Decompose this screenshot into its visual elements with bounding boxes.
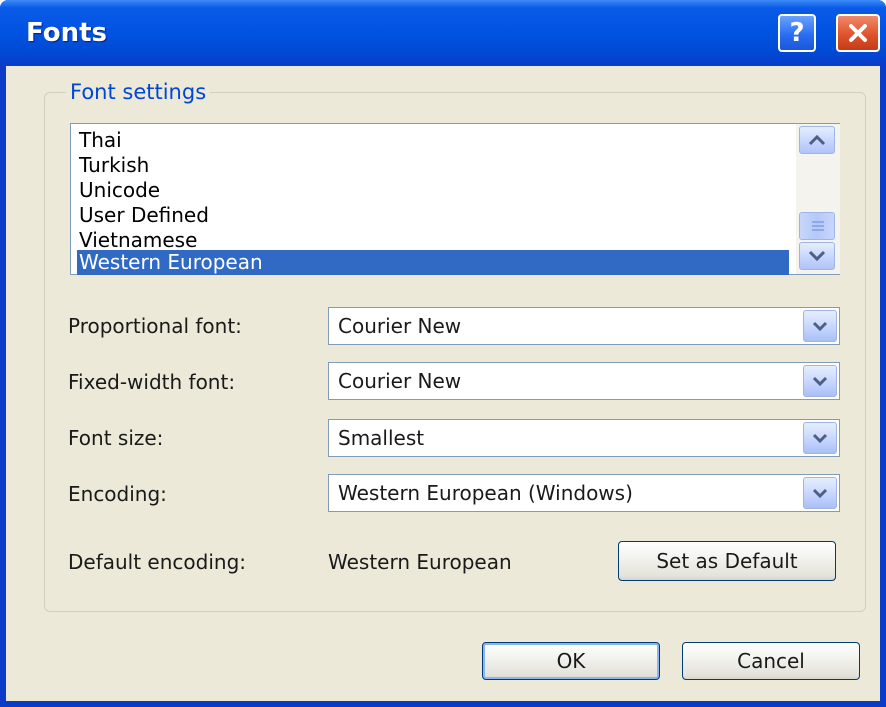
list-scrollbar[interactable] — [796, 124, 840, 274]
encoding-value: Western European (Windows) — [338, 481, 633, 505]
fonts-dialog: Fonts ? Font settings Thai Turkish Unico… — [0, 0, 886, 707]
proportional-font-label: Proportional font: — [68, 314, 242, 338]
font-size-select[interactable]: Smallest — [328, 419, 840, 457]
chevron-down-icon — [808, 250, 826, 262]
help-button[interactable]: ? — [778, 14, 816, 52]
dropdown-button[interactable] — [803, 477, 837, 509]
encoding-label: Encoding: — [68, 482, 167, 506]
title-bar[interactable]: Fonts ? — [0, 0, 886, 66]
scroll-down-button[interactable] — [799, 242, 835, 270]
dropdown-button[interactable] — [803, 310, 837, 342]
chevron-down-icon — [812, 433, 828, 443]
close-button[interactable] — [836, 14, 880, 52]
grip-line — [812, 229, 824, 231]
dialog-title: Fonts — [26, 18, 107, 48]
fixed-width-font-label: Fixed-width font: — [68, 370, 236, 394]
scroll-up-button[interactable] — [799, 126, 835, 154]
font-size-label: Font size: — [68, 426, 164, 450]
chevron-up-icon — [808, 134, 826, 146]
list-item-unicode[interactable]: Unicode — [77, 178, 789, 203]
dialog-body: Font settings Thai Turkish Unicode User … — [6, 66, 880, 701]
dropdown-button[interactable] — [803, 422, 837, 454]
scroll-thumb[interactable] — [799, 212, 835, 240]
language-list[interactable]: Thai Turkish Unicode User Defined Vietna… — [70, 123, 840, 275]
list-item-thai[interactable]: Thai — [77, 128, 789, 153]
proportional-font-select[interactable]: Courier New — [328, 307, 840, 345]
default-encoding-value: Western European — [328, 550, 512, 574]
default-encoding-label: Default encoding: — [68, 550, 247, 574]
chevron-down-icon — [812, 321, 828, 331]
set-as-default-button[interactable]: Set as Default — [618, 541, 836, 581]
encoding-select[interactable]: Western European (Windows) — [328, 474, 840, 512]
cancel-button[interactable]: Cancel — [682, 642, 860, 680]
chevron-down-icon — [812, 488, 828, 498]
help-icon: ? — [789, 18, 805, 48]
proportional-font-value: Courier New — [338, 314, 462, 338]
list-item-turkish[interactable]: Turkish — [77, 153, 789, 178]
fixed-width-font-value: Courier New — [338, 369, 462, 393]
chevron-down-icon — [812, 376, 828, 386]
ok-button[interactable]: OK — [482, 642, 660, 680]
close-icon — [849, 24, 867, 42]
grip-line — [812, 225, 824, 227]
font-settings-legend: Font settings — [66, 80, 211, 104]
list-item-user-defined[interactable]: User Defined — [77, 203, 789, 228]
font-size-value: Smallest — [338, 426, 425, 450]
fixed-width-font-select[interactable]: Courier New — [328, 362, 840, 400]
dropdown-button[interactable] — [803, 365, 837, 397]
grip-line — [812, 221, 824, 223]
list-item-western-european[interactable]: Western European — [77, 250, 789, 275]
